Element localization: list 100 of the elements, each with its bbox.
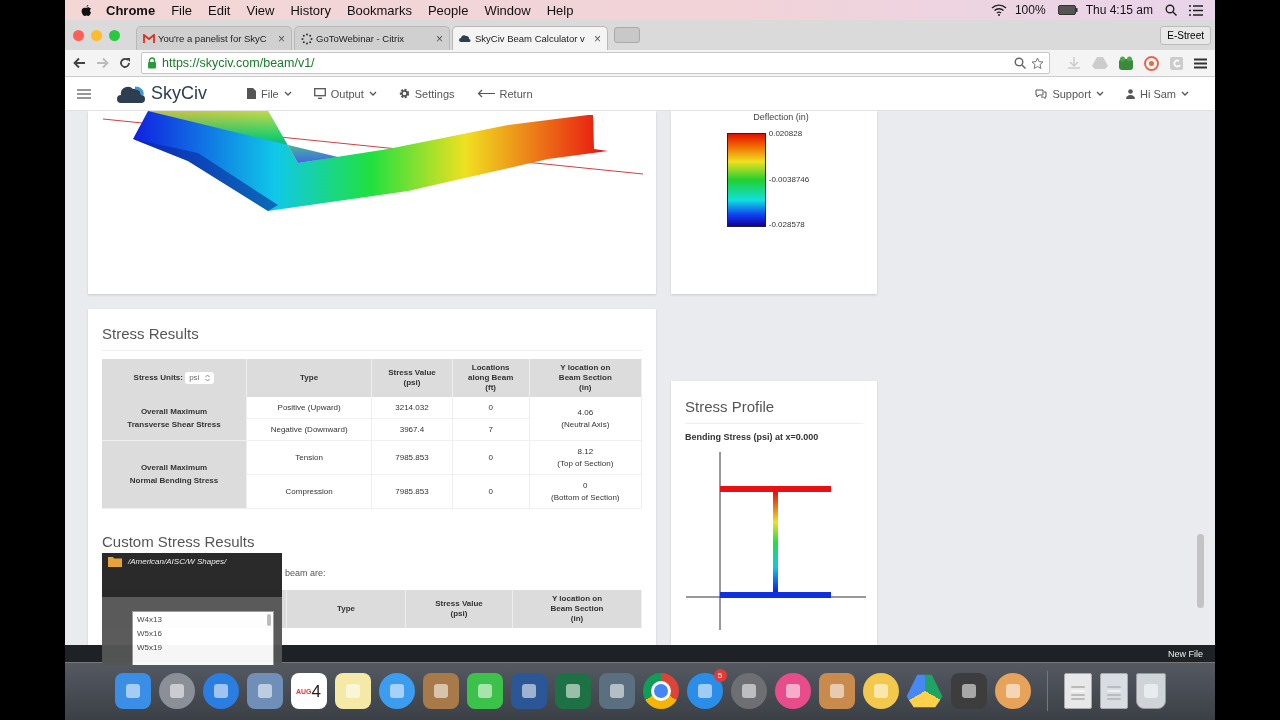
- star-icon[interactable]: [1031, 56, 1044, 70]
- document-icon[interactable]: [1063, 673, 1092, 709]
- units-label: Stress Units:: [133, 373, 183, 382]
- nav-menu-item[interactable]: File: [247, 87, 292, 100]
- menu-item[interactable]: File: [171, 2, 193, 18]
- menu-icon[interactable]: [1194, 57, 1207, 69]
- list-box[interactable]: W4x13 W5x16 W5x19: [132, 611, 274, 665]
- user-icon: [1125, 88, 1135, 99]
- cloud-icon: [459, 34, 472, 43]
- table-cell: 0 (Bottom of Section): [529, 474, 642, 509]
- section-title: Stress Profile: [685, 398, 863, 424]
- table-cell: 3214.032: [371, 397, 453, 419]
- column-header: Y location on Beam Section (in): [512, 590, 642, 628]
- caret-icon: [1181, 91, 1189, 96]
- app-icon[interactable]: [158, 673, 195, 709]
- table-cell: 7985.853: [371, 474, 453, 509]
- logo-text[interactable]: SkyCiv: [151, 83, 207, 104]
- table-cell: 7985.853: [371, 440, 453, 475]
- address-bar[interactable]: https://skyciv.com/beam/v1/: [141, 52, 1050, 74]
- search-icon[interactable]: [1165, 4, 1177, 16]
- calendar-day: 4: [311, 682, 321, 700]
- table-cell: 4.06 (Neutral Axis): [529, 397, 642, 441]
- column-header: Stress Value (psi): [405, 590, 513, 628]
- app-icon[interactable]: [422, 673, 459, 709]
- menu-item[interactable]: Edit: [208, 2, 231, 18]
- app-icon[interactable]: [950, 673, 987, 709]
- table-cell: 0: [452, 474, 530, 509]
- chart-subtitle: Bending Stress (psi) at x=0.000: [685, 432, 820, 442]
- close-icon[interactable]: ×: [594, 31, 601, 46]
- nav-menu-item[interactable]: Output: [313, 87, 377, 100]
- trash-icon[interactable]: [1135, 673, 1166, 709]
- nav-menu-item[interactable]: Support: [1035, 87, 1104, 100]
- close-icon[interactable]: ×: [436, 31, 443, 46]
- target-icon[interactable]: [1144, 55, 1159, 71]
- battery-icon[interactable]: [1057, 5, 1078, 15]
- column-header: Type: [286, 590, 406, 628]
- app-icon[interactable]: [114, 673, 151, 709]
- sentence-text: beam are:: [285, 568, 326, 578]
- app-icon[interactable]: [466, 673, 503, 709]
- lock-icon: [147, 57, 157, 69]
- nav-menu-item[interactable]: Return: [476, 87, 533, 100]
- list-item[interactable]: W4x13: [137, 615, 269, 624]
- app-icon[interactable]: [598, 673, 635, 709]
- table-cell: 8.12 (Top of Section): [529, 440, 642, 475]
- menu-item[interactable]: History: [290, 2, 331, 18]
- app-icon[interactable]: [246, 673, 283, 709]
- section-title: Custom Stress Results: [102, 533, 256, 550]
- wifi-icon[interactable]: [990, 4, 1007, 16]
- table-cell: 3967.4: [371, 418, 453, 441]
- left-arrow-icon: [476, 89, 495, 98]
- app-icon[interactable]: [818, 673, 855, 709]
- zoom-icon[interactable]: [1014, 57, 1026, 69]
- back-icon[interactable]: [73, 57, 86, 69]
- frog-icon[interactable]: [1118, 55, 1134, 71]
- units-select[interactable]: psi: [185, 372, 215, 384]
- close-icon[interactable]: ×: [278, 31, 285, 46]
- file-icon: [247, 88, 256, 99]
- table-cell: 0: [452, 440, 530, 475]
- mail-icon: [143, 33, 155, 44]
- menu-item[interactable]: Bookmarks: [346, 2, 412, 18]
- app-icon[interactable]: [774, 673, 811, 709]
- app-icon[interactable]: [862, 673, 899, 709]
- menu-item[interactable]: Help: [546, 2, 574, 18]
- spinner-icon: [301, 32, 313, 45]
- app-icon[interactable]: [510, 673, 547, 709]
- list-icon[interactable]: [1189, 4, 1203, 16]
- document-icon[interactable]: [1099, 673, 1128, 709]
- scale-label: 0.020828: [768, 129, 804, 138]
- scrollbar-thumb[interactable]: [267, 614, 271, 626]
- menu-item[interactable]: People: [427, 2, 469, 18]
- folder-icon: [108, 555, 122, 567]
- table-cell: 0: [452, 397, 530, 419]
- menu-item[interactable]: Chrome: [106, 2, 156, 18]
- browser-tab[interactable]: You're a panelist for SkyC ×: [136, 26, 292, 50]
- nav-menu-item[interactable]: Hi Sam: [1125, 87, 1189, 100]
- clock[interactable]: Thu 4:15 am: [1085, 3, 1153, 17]
- row-header: Overall Maximum Normal Bending Stress: [102, 440, 247, 509]
- profile-button[interactable]: E-Street: [1160, 25, 1211, 45]
- scale-label: -0.028578: [768, 220, 806, 229]
- list-item[interactable]: W5x19: [137, 643, 269, 652]
- browser-tab[interactable]: GoToWebinar - Citrix ×: [294, 26, 450, 50]
- column-header: Y location on Beam Section (in): [529, 359, 642, 397]
- apple-icon[interactable]: [81, 3, 92, 17]
- browser-tab[interactable]: SkyCiv Beam Calculator v ×: [452, 26, 608, 50]
- row-header: Overall Maximum Transverse Shear Stress: [102, 397, 247, 441]
- scrollbar-thumb[interactable]: [1197, 534, 1204, 608]
- caret-icon: [1095, 91, 1104, 96]
- list-item[interactable]: W5x16: [137, 629, 269, 638]
- updown-icon: [205, 374, 211, 382]
- menu-item[interactable]: View: [246, 2, 275, 18]
- monitor-icon: [313, 88, 326, 99]
- notification-badge: 5: [713, 669, 727, 682]
- scale-label: -0.0038746: [768, 174, 810, 184]
- menu-item[interactable]: Window: [484, 2, 531, 18]
- reload-icon[interactable]: [119, 57, 131, 69]
- nav-menu-item[interactable]: Settings: [398, 87, 455, 100]
- table-cell: Tension: [246, 440, 372, 475]
- app-icon[interactable]: [554, 673, 591, 709]
- circle-logo-icon[interactable]: [642, 673, 679, 709]
- column-header: Locations along Beam (ft): [452, 359, 530, 397]
